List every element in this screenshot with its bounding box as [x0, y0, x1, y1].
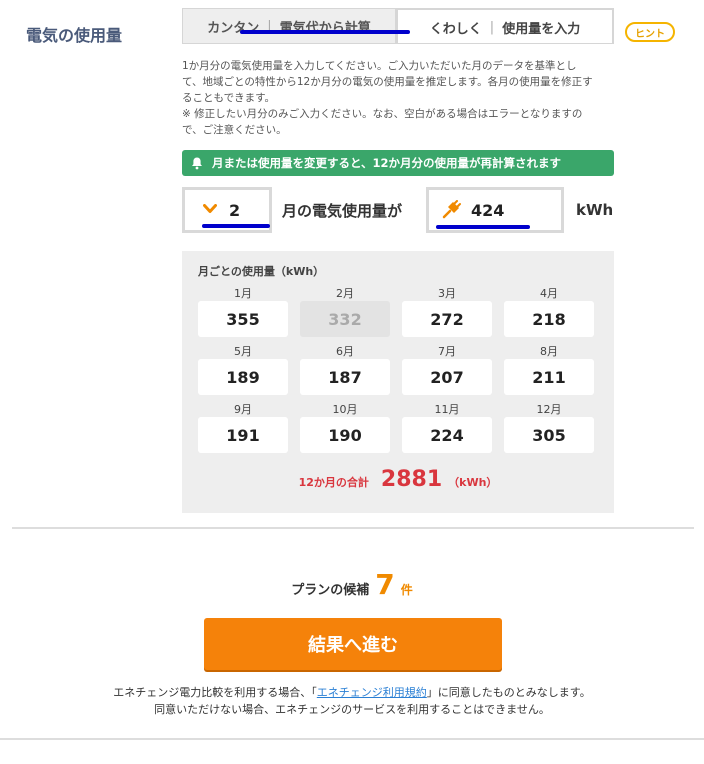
candidates-label: プランの候補	[291, 583, 370, 598]
plan-candidates: プランの候補 7 件	[0, 568, 704, 601]
terms-line: 同意いただけない場合、エネチェンジのサービスを利用することはできません。	[154, 703, 550, 716]
bell-icon	[182, 150, 212, 176]
month-label: 8月	[540, 345, 558, 358]
description: 1か月分の電気使用量を入力してください。ご入力いただいた月のデータを基準とし て…	[182, 58, 614, 138]
month-value-input[interactable]: 191	[198, 417, 288, 453]
month-label: 2月	[336, 287, 354, 300]
usage-input-value: 424	[471, 200, 505, 220]
section-title: 電気の使用量	[26, 26, 123, 45]
month-label: 12月	[536, 403, 562, 416]
month-cell: 2月 332	[300, 285, 390, 337]
tab-annotation-underline	[240, 30, 410, 34]
month-label: 9月	[234, 403, 252, 416]
month-cell: 8月 211	[504, 343, 594, 395]
month-value-input[interactable]: 224	[402, 417, 492, 453]
monthly-usage-panel: 月ごとの使用量（kWh） 1月 355 2月 332 3月 272 4月 218 5月 1…	[182, 251, 614, 513]
tab-baseline	[182, 43, 614, 44]
month-label: 5月	[234, 345, 252, 358]
month-label: 4月	[540, 287, 558, 300]
tab-separator: |	[489, 19, 495, 35]
terms-link[interactable]: エネチェンジ利用規約	[317, 686, 427, 699]
total-unit: （kWh）	[448, 476, 498, 489]
month-cell: 9月 191	[198, 401, 288, 453]
usage-label: 月の電気使用量が	[282, 202, 403, 220]
terms-notice: エネチェンジ電力比較を利用する場合、「エネチェンジ利用規約」に同意したものとみな…	[0, 684, 704, 718]
usage-annotation-underline	[436, 225, 530, 229]
month-cell: 5月 189	[198, 343, 288, 395]
month-annotation-underline	[202, 224, 270, 228]
month-cell: 1月 355	[198, 285, 288, 337]
month-select-value: 2	[229, 200, 241, 220]
month-label: 10月	[332, 403, 358, 416]
section-divider	[12, 527, 694, 529]
tab-detail-label: くわしく	[429, 21, 482, 37]
month-label: 1月	[234, 287, 252, 300]
chevron-down-icon	[203, 202, 217, 218]
month-cell: 11月 224	[402, 401, 492, 453]
recalc-notice: 月または使用量を変更すると、12か月分の使用量が再計算されます	[182, 150, 614, 176]
month-label: 6月	[336, 345, 354, 358]
month-value-input[interactable]: 189	[198, 359, 288, 395]
month-cell: 10月 190	[300, 401, 390, 453]
input-mode-tabs: カンタン | 電気代から計算 くわしく | 使用量を入力	[182, 8, 614, 44]
month-label: 7月	[438, 345, 456, 358]
month-value-input[interactable]: 272	[402, 301, 492, 337]
recalc-notice-text: 月または使用量を変更すると、12か月分の使用量が再計算されます	[212, 156, 562, 170]
tab-detail[interactable]: くわしく | 使用量を入力	[396, 8, 614, 44]
month-cell: 3月 272	[402, 285, 492, 337]
month-cell: 4月 218	[504, 285, 594, 337]
month-cell: 12月 305	[504, 401, 594, 453]
month-value-input[interactable]: 355	[198, 301, 288, 337]
description-line: で、ご注意ください。	[182, 124, 287, 136]
description-line: て、地域ごとの特性から12か月分の電気の使用量を推定します。各月の使用量を修正す	[182, 76, 593, 88]
usage-unit: kWh	[576, 201, 614, 219]
terms-post: 」に同意したものとみなします。	[426, 686, 591, 699]
tab-by-usage-label: 使用量を入力	[502, 21, 581, 37]
month-value-input[interactable]: 211	[504, 359, 594, 395]
month-label: 3月	[438, 287, 456, 300]
month-value-input[interactable]: 187	[300, 359, 390, 395]
month-value-input[interactable]: 305	[504, 417, 594, 453]
candidates-unit: 件	[400, 583, 413, 597]
month-value-input: 332	[300, 301, 390, 337]
bottom-divider	[0, 738, 704, 740]
description-line: ※ 修正したい月分のみご入力ください。なお、空白がある場合はエラーとなりますの	[182, 108, 583, 120]
annual-total: 12か月の合計 2881 （kWh）	[182, 467, 614, 492]
tab-simple[interactable]: カンタン | 電気代から計算	[182, 8, 396, 44]
month-label: 11月	[434, 403, 460, 416]
hint-button[interactable]: ヒント	[625, 22, 675, 42]
description-line: 1か月分の電気使用量を入力してください。ご入力いただいた月のデータを基準とし	[182, 60, 577, 72]
month-value-input[interactable]: 190	[300, 417, 390, 453]
month-cell: 6月 187	[300, 343, 390, 395]
terms-line: エネチェンジ電力比較を利用する場合、「エネチェンジ利用規約」に同意したものとみな…	[0, 684, 704, 701]
go-to-results-button[interactable]: 結果へ進む	[204, 618, 502, 670]
month-cell: 7月 207	[402, 343, 492, 395]
total-value: 2881	[380, 467, 443, 492]
month-value-input[interactable]: 207	[402, 359, 492, 395]
terms-pre: エネチェンジ電力比較を利用する場合、「	[113, 686, 317, 699]
month-value-input[interactable]: 218	[504, 301, 594, 337]
plug-icon	[441, 200, 461, 220]
total-label: 12か月の合計	[298, 476, 369, 489]
candidates-count: 7	[375, 568, 395, 601]
description-line: ることもできます。	[182, 92, 276, 104]
monthly-usage-title: 月ごとの使用量（kWh）	[198, 265, 325, 278]
